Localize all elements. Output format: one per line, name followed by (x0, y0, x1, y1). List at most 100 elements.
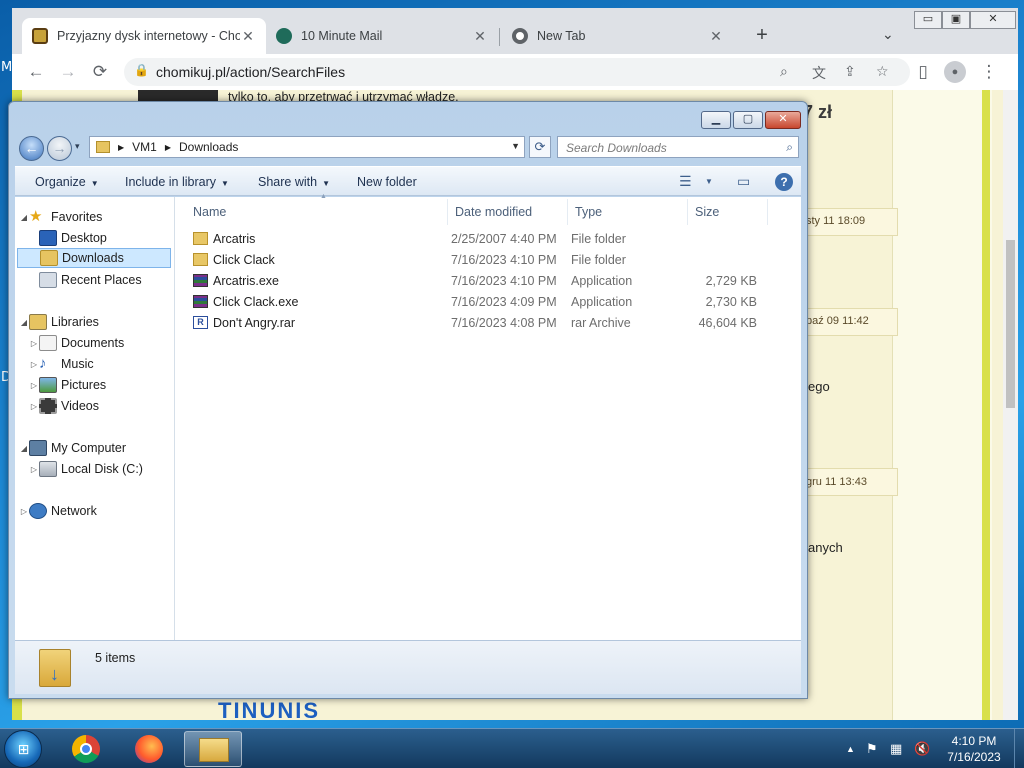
date-label: sty 11 18:09 (806, 215, 866, 227)
nav-item-label: Downloads (62, 251, 124, 265)
url-text[interactable]: chomikuj.pl/action/SearchFiles (156, 64, 345, 80)
expand-arrow-icon[interactable]: ▷ (29, 381, 39, 390)
back-icon[interactable]: ← (25, 62, 47, 82)
folder-icon (96, 141, 110, 153)
expand-arrow-icon[interactable]: ◢ (19, 444, 29, 453)
start-button[interactable]: ⊞ (4, 730, 42, 768)
nav-item-my-computer[interactable]: ◢ My Computer (19, 438, 177, 458)
nav-item-videos[interactable]: ▷ Videos (29, 396, 187, 416)
close-icon[interactable]: ✕ (708, 28, 724, 45)
show-desktop-button[interactable] (1014, 729, 1024, 768)
expand-arrow-icon[interactable]: ◢ (19, 318, 29, 327)
nav-item-label: Desktop (61, 231, 107, 245)
preview-pane-icon[interactable]: ▭ (737, 173, 750, 190)
tab-10-minute-mail[interactable]: 10 Minute Mail ✕ (266, 18, 498, 54)
action-center-flag-icon[interactable]: ⚑ (866, 741, 878, 757)
address-dropdown-icon[interactable]: ▼ (511, 141, 520, 151)
file-row[interactable]: R Don't Angry.rar 7/16/2023 4:08 PM rar … (191, 313, 771, 334)
expand-arrow-icon[interactable]: ◢ (19, 213, 29, 222)
new-folder-button[interactable]: New folder (357, 175, 417, 189)
nav-item-music[interactable]: ▷ ♪ Music (29, 354, 187, 374)
share-with-button[interactable]: Share with ▼ (258, 175, 330, 189)
nav-item-favorites[interactable]: ◢ ★ Favorites (19, 207, 177, 227)
column-divider[interactable] (767, 199, 768, 225)
maximize-button[interactable]: ▢ (733, 111, 763, 129)
view-dropdown-icon[interactable]: ▼ (705, 177, 713, 186)
lock-icon[interactable]: 🔒 (134, 63, 149, 77)
search-input[interactable]: Search Downloads ⌕ (557, 136, 799, 158)
expand-arrow-icon[interactable]: ▷ (29, 360, 39, 369)
change-view-icon[interactable]: ☰ (679, 173, 692, 190)
browser-minimize-button[interactable]: ▭ (914, 11, 942, 29)
file-row[interactable]: Arcatris 2/25/2007 4:40 PM File folder (191, 229, 771, 250)
nav-item-network[interactable]: ▷ Network (19, 501, 177, 521)
column-header-date-modified[interactable]: Date modified (455, 205, 532, 219)
system-clock[interactable]: 4:10 PM 7/16/2023 (934, 733, 1014, 765)
show-hidden-icons-arrow[interactable]: ▲ (846, 744, 855, 754)
close-icon[interactable]: ✕ (472, 28, 488, 45)
expand-arrow-icon[interactable]: ▷ (29, 339, 39, 348)
firefox-icon (135, 735, 163, 763)
include-in-library-button[interactable]: Include in library ▼ (125, 175, 229, 189)
side-panel-icon[interactable]: ▯ (912, 62, 934, 82)
volume-muted-icon[interactable]: 🔇 (914, 741, 930, 757)
zoom-icon[interactable]: ⌕ (780, 63, 788, 80)
nav-item-downloads[interactable]: Downloads (17, 248, 171, 268)
chomikuj-favicon (32, 28, 48, 44)
column-header-name[interactable]: Name (193, 205, 226, 219)
column-header-type[interactable]: Type (575, 205, 602, 219)
taskbar-explorer[interactable] (184, 731, 242, 767)
minimize-button[interactable]: ▁ (701, 111, 731, 129)
winrar-sfx-icon (193, 274, 208, 287)
column-divider[interactable] (687, 199, 688, 225)
menu-kebab-icon[interactable]: ⋮ (978, 62, 1000, 82)
forward-arrow-icon[interactable]: → (47, 136, 72, 161)
taskbar-chrome[interactable] (58, 731, 116, 767)
recent-locations-dropdown[interactable]: ▾ (75, 141, 80, 152)
help-icon[interactable]: ? (775, 173, 793, 191)
close-button[interactable]: ✕ (765, 111, 801, 129)
back-arrow-icon[interactable]: ← (19, 136, 44, 161)
close-icon[interactable]: ✕ (240, 28, 256, 45)
new-tab-button[interactable]: + (750, 24, 774, 47)
file-row[interactable]: Arcatris.exe 7/16/2023 4:10 PM Applicati… (191, 271, 771, 292)
breadcrumb-item[interactable]: VM1 (132, 140, 157, 154)
address-bar[interactable]: 🔒 chomikuj.pl/action/SearchFiles ⌕ 文 ⇪ ☆ (124, 58, 910, 86)
expand-arrow-icon[interactable]: ▷ (29, 465, 39, 474)
nav-item-recent-places[interactable]: Recent Places (29, 270, 187, 290)
bookmark-star-icon[interactable]: ☆ (876, 63, 889, 80)
expand-arrow-icon[interactable]: ▷ (29, 402, 39, 411)
expand-arrow-icon[interactable]: ▷ (19, 507, 29, 516)
network-status-icon[interactable]: ▦ (890, 741, 902, 757)
organize-button[interactable]: Organize ▼ (35, 175, 99, 189)
breadcrumb-item[interactable]: Downloads (179, 140, 238, 154)
file-row[interactable]: Click Clack.exe 7/16/2023 4:09 PM Applic… (191, 292, 771, 313)
address-field[interactable]: ▶ VM1 ▶ Downloads ▼ (89, 136, 525, 158)
scrollbar-thumb[interactable] (1006, 240, 1015, 408)
nav-item-documents[interactable]: ▷ Documents (29, 333, 187, 353)
nav-item-pictures[interactable]: ▷ Pictures (29, 375, 187, 395)
nav-item-libraries[interactable]: ◢ Libraries (19, 312, 177, 332)
search-icon[interactable]: ⌕ (786, 140, 793, 155)
file-row[interactable]: Click Clack 7/16/2023 4:10 PM File folde… (191, 250, 771, 271)
taskbar-firefox[interactable] (121, 731, 179, 767)
column-header-size[interactable]: Size (695, 205, 719, 219)
tab-new-tab[interactable]: New Tab ✕ (502, 18, 734, 54)
column-divider[interactable] (447, 199, 448, 225)
nav-item-desktop[interactable]: Desktop (29, 228, 187, 248)
nav-item-local-disk[interactable]: ▷ Local Disk (C:) (29, 459, 187, 479)
tab-search-icon[interactable]: ⌄ (882, 26, 894, 43)
reload-icon[interactable]: ⟳ (89, 62, 111, 82)
refresh-icon[interactable]: ⟳ (529, 136, 551, 158)
breadcrumb-separator[interactable]: ▶ (118, 143, 124, 152)
translate-icon[interactable]: 文 (812, 63, 826, 83)
page-scrollbar[interactable] (1003, 90, 1018, 720)
browser-maximize-button[interactable]: ▣ (942, 11, 970, 29)
share-icon[interactable]: ⇪ (844, 63, 856, 80)
profile-avatar-icon[interactable]: ● (944, 61, 966, 83)
browser-close-button[interactable]: ✕ (970, 11, 1016, 29)
forward-icon[interactable]: → (57, 62, 79, 82)
breadcrumb-separator[interactable]: ▶ (165, 143, 171, 152)
tab-chomikuj[interactable]: Przyjazny dysk internetowy - Cho ✕ (22, 18, 266, 54)
column-divider[interactable] (567, 199, 568, 225)
